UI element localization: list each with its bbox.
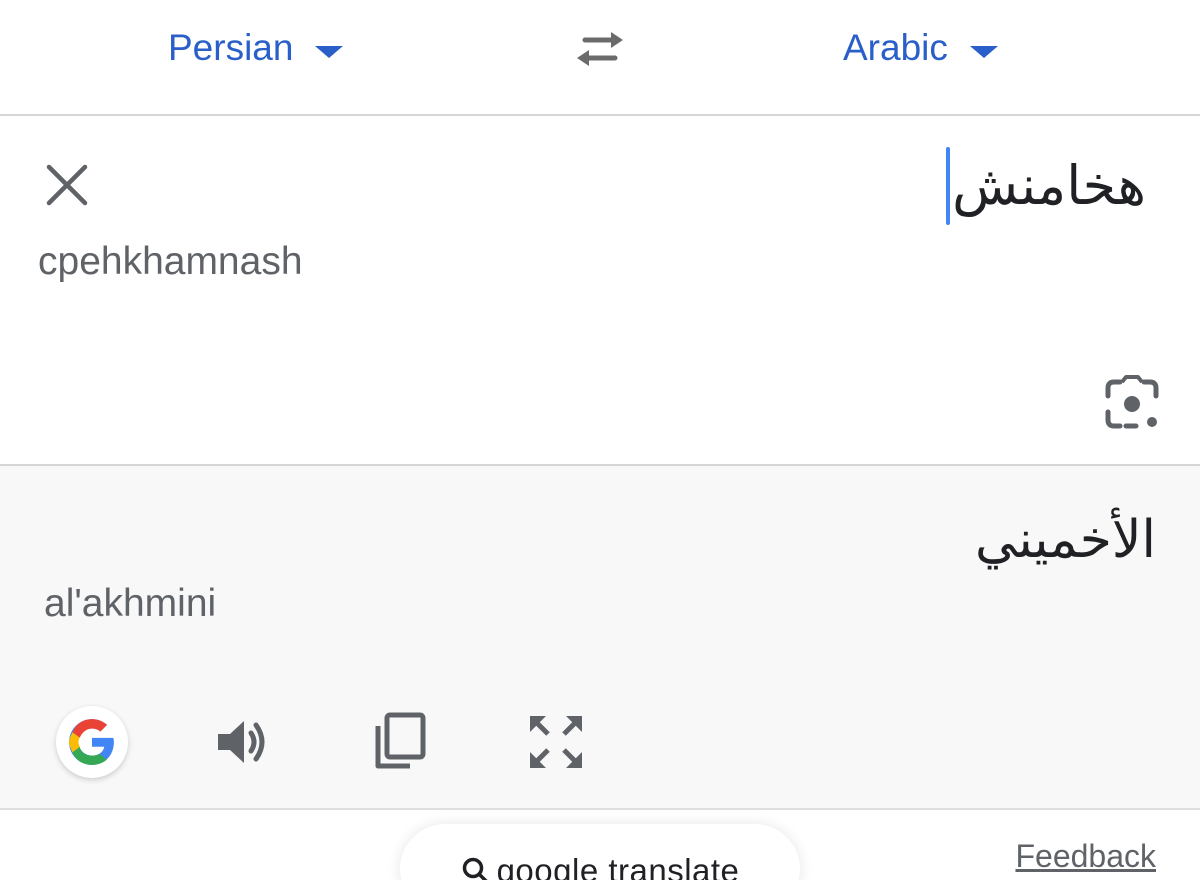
- camera-lens-icon: [1105, 375, 1159, 429]
- search-chip-label: google translate: [496, 852, 740, 880]
- language-bar: Persian Arabic: [0, 0, 1200, 116]
- fullscreen-button[interactable]: [526, 712, 586, 772]
- bottom-area: google translate Feedback: [0, 810, 1200, 880]
- caret-down-icon: [969, 46, 998, 58]
- swap-languages-button[interactable]: [571, 26, 629, 70]
- copy-button[interactable]: [370, 712, 430, 772]
- listen-button[interactable]: [214, 712, 274, 772]
- expand-icon: [530, 716, 582, 768]
- swap-arrows-icon: [577, 32, 623, 66]
- source-language-label: Persian: [168, 27, 294, 68]
- text-cursor: [946, 147, 951, 225]
- search-chip-content: google translate: [461, 852, 740, 880]
- copy-icon: [375, 712, 426, 769]
- speaker-icon: [218, 721, 265, 763]
- clear-input-button[interactable]: [44, 162, 90, 208]
- feedback-link[interactable]: Feedback: [1015, 838, 1156, 875]
- camera-translate-button[interactable]: [1102, 374, 1162, 434]
- translated-text: الأخميني: [974, 510, 1156, 570]
- source-input[interactable]: هخامنش: [946, 146, 1146, 226]
- translate-page: Persian Arabic هخامنش cpehkhamnash الأخم…: [0, 0, 1200, 880]
- google-g-icon: [69, 719, 114, 765]
- target-language-label: Arabic: [843, 27, 948, 68]
- caret-down-icon: [315, 46, 344, 58]
- source-language-selector[interactable]: Persian: [168, 26, 344, 70]
- search-icon: [462, 857, 488, 880]
- result-actions: [0, 706, 1200, 778]
- close-icon: [46, 164, 88, 206]
- source-text: هخامنش: [952, 154, 1146, 217]
- google-button[interactable]: [56, 706, 128, 778]
- target-language-selector[interactable]: Arabic: [843, 26, 998, 70]
- google-search-chip[interactable]: google translate: [400, 824, 800, 880]
- result-transliteration: al'akhmini: [44, 582, 217, 625]
- result-panel: الأخميني al'akhmini: [0, 466, 1200, 810]
- source-panel: هخامنش cpehkhamnash: [0, 116, 1200, 466]
- source-transliteration: cpehkhamnash: [38, 240, 303, 283]
